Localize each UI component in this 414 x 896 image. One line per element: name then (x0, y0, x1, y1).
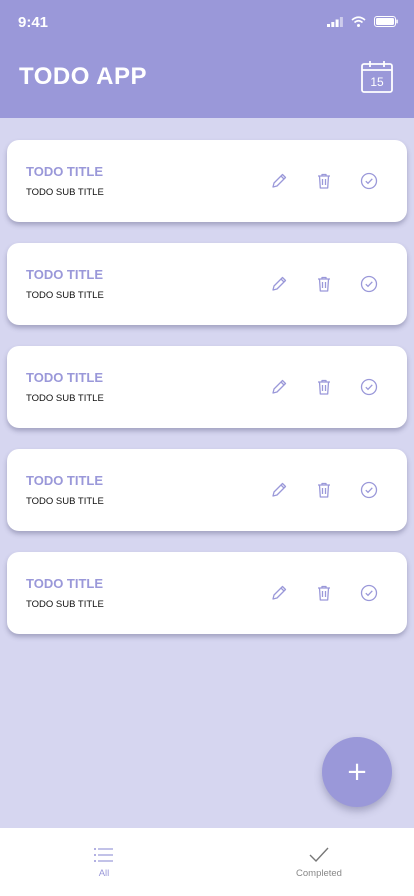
tab-completed[interactable]: Completed (259, 828, 379, 896)
check-circle-icon (360, 275, 378, 293)
edit-button[interactable] (270, 584, 288, 602)
tab-all[interactable]: All (44, 828, 164, 896)
pencil-icon (272, 276, 287, 291)
trash-icon (318, 585, 330, 601)
check-icon (309, 847, 329, 863)
tab-all-label: All (98, 868, 110, 879)
trash-icon (318, 379, 330, 395)
todo-subtitle: TODO SUB TITLE (26, 599, 104, 610)
check-circle-icon (360, 378, 378, 396)
pencil-icon (272, 173, 287, 188)
complete-button[interactable] (360, 584, 378, 602)
check-circle-icon (360, 172, 378, 190)
plus-icon: + (346, 757, 368, 787)
app-header: 9:41 TODO APP 15 (0, 0, 414, 118)
trash-icon (318, 482, 330, 498)
todo-card[interactable]: TODO TITLE TODO SUB TITLE (7, 243, 407, 325)
todo-subtitle: TODO SUB TITLE (26, 496, 104, 507)
todo-title: TODO TITLE (26, 164, 104, 179)
todo-card[interactable]: TODO TITLE TODO SUB TITLE (7, 552, 407, 634)
todo-subtitle: TODO SUB TITLE (26, 187, 104, 198)
signal-icon (327, 16, 343, 27)
complete-button[interactable] (360, 275, 378, 293)
todo-card[interactable]: TODO TITLE TODO SUB TITLE (7, 140, 407, 222)
delete-button[interactable] (315, 275, 333, 293)
todo-list: TODO TITLE TODO SUB TITLE TODO TITLE TOD… (7, 140, 407, 655)
pencil-icon (272, 379, 287, 394)
check-circle-icon (360, 584, 378, 602)
edit-button[interactable] (270, 481, 288, 499)
delete-button[interactable] (315, 378, 333, 396)
calendar-icon: 15 (361, 61, 393, 93)
tab-completed-label: Completed (296, 868, 342, 879)
complete-button[interactable] (360, 481, 378, 499)
calendar-button[interactable]: 15 (361, 61, 393, 93)
todo-subtitle: TODO SUB TITLE (26, 393, 104, 404)
battery-icon (374, 16, 398, 27)
edit-button[interactable] (270, 275, 288, 293)
edit-button[interactable] (270, 172, 288, 190)
pencil-icon (272, 585, 287, 600)
status-time: 9:41 (18, 14, 49, 31)
trash-icon (318, 173, 330, 189)
delete-button[interactable] (315, 584, 333, 602)
add-todo-button[interactable]: + (322, 737, 392, 807)
complete-button[interactable] (360, 378, 378, 396)
list-icon (94, 848, 113, 862)
calendar-day: 15 (370, 75, 384, 89)
todo-title: TODO TITLE (26, 267, 104, 282)
todo-title: TODO TITLE (26, 576, 104, 591)
bottom-nav: All Completed (0, 828, 414, 896)
edit-button[interactable] (270, 378, 288, 396)
pencil-icon (272, 482, 287, 497)
todo-subtitle: TODO SUB TITLE (26, 290, 104, 301)
todo-card[interactable]: TODO TITLE TODO SUB TITLE (7, 449, 407, 531)
todo-title: TODO TITLE (26, 370, 104, 385)
trash-icon (318, 276, 330, 292)
todo-title: TODO TITLE (26, 473, 104, 488)
page-title: TODO APP (19, 63, 148, 90)
check-circle-icon (360, 481, 378, 499)
todo-card[interactable]: TODO TITLE TODO SUB TITLE (7, 346, 407, 428)
status-icons (327, 16, 398, 27)
wifi-icon (351, 16, 366, 27)
delete-button[interactable] (315, 172, 333, 190)
delete-button[interactable] (315, 481, 333, 499)
complete-button[interactable] (360, 172, 378, 190)
